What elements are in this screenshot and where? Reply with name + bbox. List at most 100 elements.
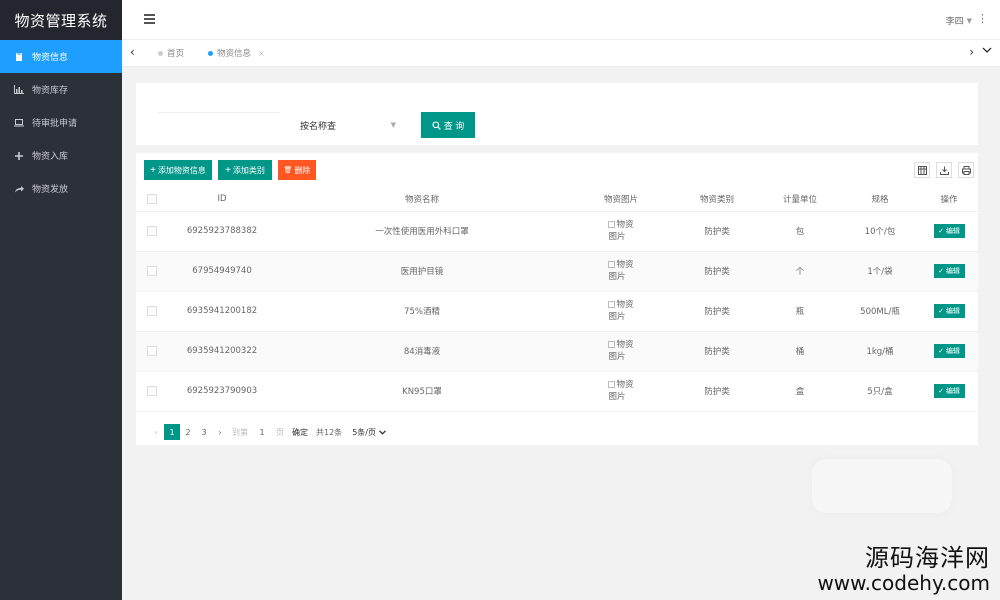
sidebar-item-stock-in[interactable]: 物资入库 — [0, 139, 122, 172]
next-page-icon[interactable]: › — [212, 424, 228, 440]
tabs-dropdown-icon[interactable] — [982, 44, 992, 58]
materials-table: ID 物资名称 物资图片 物资类别 计量单位 规格 操作 69259237883… — [136, 187, 978, 412]
chevron-down-icon: ▼ — [390, 121, 396, 129]
edit-button[interactable]: ✓ 编辑 — [933, 264, 965, 278]
page-suffix: 页 — [276, 427, 284, 437]
row-checkbox[interactable] — [147, 265, 157, 276]
cell-category: 防护类 — [674, 371, 760, 412]
chevron-down-icon — [379, 429, 386, 435]
tab-dot-icon — [208, 50, 213, 56]
row-checkbox[interactable] — [147, 385, 157, 396]
tab-material-info[interactable]: 物资信息 × — [208, 46, 265, 60]
sidebar-item-label: 待审批申请 — [32, 119, 78, 129]
cell-spec: 500ML/瓶 — [840, 291, 920, 332]
sidebar: 物资管理系统 物资信息 物资库存 待审批申请 物资入库 物资发放 — [0, 0, 122, 600]
cell-category: 防护类 — [674, 291, 760, 332]
row-checkbox[interactable] — [147, 345, 157, 356]
data-table-panel: + 添加物资信息 + 添加类别 🗑 删除 ID 物资名称 物资图片 物资类别 计… — [136, 153, 978, 445]
edit-icon: ✓ — [938, 348, 944, 355]
cell-image: 物资 图片 — [568, 291, 674, 332]
cell-image: 物资 图片 — [568, 371, 674, 412]
menu-toggle-icon[interactable] — [144, 14, 155, 24]
tab-home[interactable]: 首页 — [158, 46, 184, 60]
page-1[interactable]: 1 — [164, 424, 180, 440]
tab-label: 首页 — [167, 49, 185, 59]
table-row: 6925923790903 KN95口罩 物资 图片 防护类 盒 5只/盒 ✓ 编辑 — [136, 371, 978, 412]
pagination: ‹ 1 2 3 › 到第 1 页 确定 共12条 5条/页 — [148, 424, 386, 440]
cell-category: 防护类 — [674, 331, 760, 372]
export-icon[interactable] — [936, 162, 952, 178]
query-button-label: 查 询 — [443, 120, 465, 131]
cell-id: 67954949740 — [168, 251, 276, 292]
cell-category: 防护类 — [674, 251, 760, 292]
edit-button[interactable]: ✓ 编辑 — [933, 224, 965, 238]
watermark: 源码海洋网 www.codehy.com — [817, 544, 990, 594]
more-options-icon[interactable]: ⋮ — [977, 12, 988, 25]
trash-icon: 🗑 — [283, 167, 293, 174]
plus-icon: + — [225, 164, 231, 176]
edit-button[interactable]: ✓ 编辑 — [933, 304, 965, 318]
main-content: 按名称查 ▼ 查 询 + 添加物资信息 + 添加类别 🗑 删除 ID 物资名称 … — [122, 67, 1000, 600]
cell-id: 6925923788382 — [168, 211, 276, 252]
print-icon[interactable] — [958, 162, 974, 178]
edit-button[interactable]: ✓ 编辑 — [933, 384, 965, 398]
cell-name: 84消毒液 — [276, 331, 568, 372]
cell-name: KN95口罩 — [276, 371, 568, 412]
sidebar-item-distribution[interactable]: 物资发放 — [0, 172, 122, 205]
page-size-select[interactable]: 5条/页 — [352, 427, 386, 438]
cell-unit: 个 — [760, 251, 840, 292]
query-button[interactable]: 查 询 — [421, 112, 475, 138]
goto-page-input[interactable]: 1 — [252, 425, 272, 439]
broken-image-icon: 物资 图片 — [608, 380, 634, 402]
cell-unit: 盒 — [760, 371, 840, 412]
cell-spec: 5只/盒 — [840, 371, 920, 412]
cell-spec: 1kg/桶 — [840, 331, 920, 372]
add-material-button[interactable]: + 添加物资信息 — [144, 160, 212, 180]
cell-unit: 桶 — [760, 331, 840, 372]
background-decoration — [812, 459, 952, 513]
cell-name: 一次性使用医用外科口罩 — [276, 211, 568, 252]
cell-category: 防护类 — [674, 211, 760, 252]
share-icon — [12, 185, 26, 193]
column-header-id: ID — [168, 187, 276, 212]
watermark-cn: 源码海洋网 — [865, 544, 990, 572]
goto-confirm-button[interactable]: 确定 — [292, 427, 308, 438]
delete-button[interactable]: 🗑 删除 — [278, 160, 316, 180]
broken-image-icon: 物资 图片 — [608, 260, 634, 282]
page-2[interactable]: 2 — [180, 424, 196, 440]
plus-icon: + — [150, 164, 156, 176]
cell-id: 6935941200182 — [168, 291, 276, 332]
sidebar-item-pending-approval[interactable]: 待审批申请 — [0, 106, 122, 139]
laptop-icon — [12, 118, 26, 127]
header-select-all[interactable] — [136, 187, 168, 212]
sidebar-item-label: 物资入库 — [32, 152, 69, 162]
search-input[interactable] — [158, 112, 280, 113]
watermark-url: www.codehy.com — [817, 571, 990, 595]
row-checkbox[interactable] — [147, 305, 157, 316]
cell-spec: 1个/袋 — [840, 251, 920, 292]
edit-button[interactable]: ✓ 编辑 — [933, 344, 965, 358]
add-material-label: 添加物资信息 — [157, 165, 206, 175]
cell-image: 物资 图片 — [568, 211, 674, 252]
search-type-select[interactable]: 按名称查 ▼ — [284, 112, 404, 138]
user-menu[interactable]: 李四 ▼ — [946, 14, 972, 28]
page-3[interactable]: 3 — [196, 424, 212, 440]
select-all-checkbox[interactable] — [147, 193, 157, 204]
tabs-scroll-right-icon[interactable]: › — [969, 45, 974, 59]
search-panel: 按名称查 ▼ 查 询 — [136, 83, 978, 145]
caret-down-icon: ▼ — [966, 16, 972, 25]
broken-image-icon: 物资 图片 — [608, 340, 634, 362]
sidebar-item-inventory[interactable]: 物资库存 — [0, 73, 122, 106]
column-header-image: 物资图片 — [568, 187, 674, 212]
cell-image: 物资 图片 — [568, 251, 674, 292]
broken-image-icon: 物资 图片 — [608, 300, 634, 322]
tab-close-icon[interactable]: × — [258, 49, 265, 58]
columns-filter-icon[interactable] — [914, 162, 930, 178]
column-header-unit: 计量单位 — [760, 187, 840, 212]
add-category-button[interactable]: + 添加类别 — [218, 160, 272, 180]
prev-page-icon[interactable]: ‹ — [148, 424, 164, 440]
column-header-action: 操作 — [920, 187, 978, 212]
row-checkbox[interactable] — [147, 225, 157, 236]
sidebar-item-material-info[interactable]: 物资信息 — [0, 40, 122, 73]
tabs-scroll-left-icon[interactable]: ‹ — [130, 45, 135, 59]
